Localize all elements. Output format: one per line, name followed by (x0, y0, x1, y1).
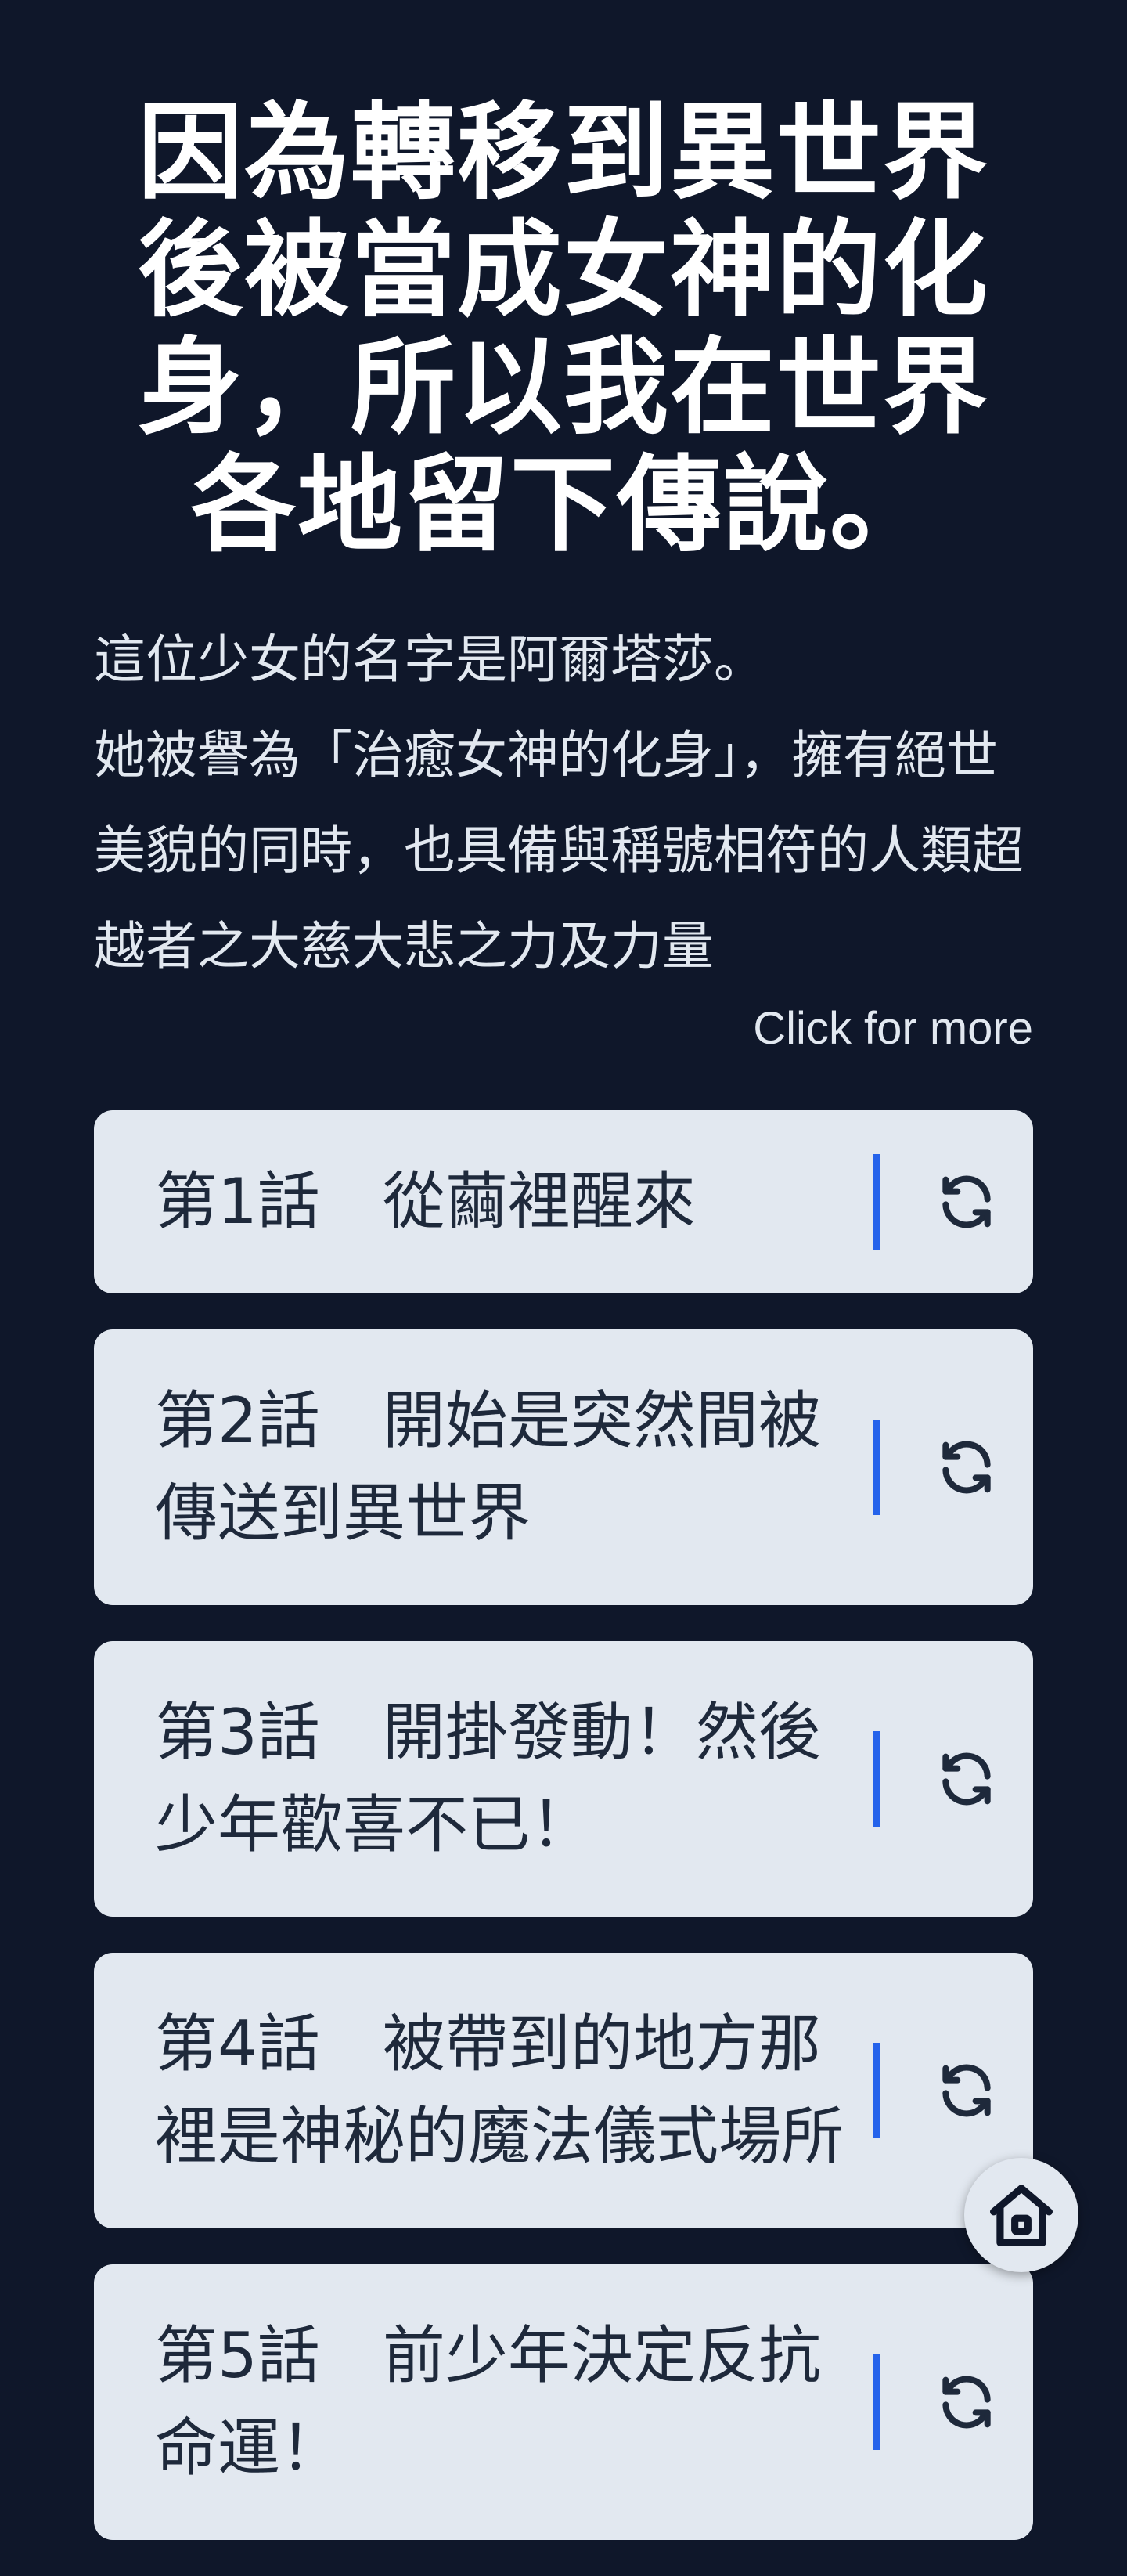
chapter-divider (873, 2043, 880, 2138)
chapter-title[interactable]: 第3話 開掛發動！然後少年歡喜不已！ (94, 1641, 845, 1917)
chapter-divider (873, 1154, 880, 1250)
chapter-title[interactable]: 第2話 開始是突然間被傳送到異世界 (94, 1329, 845, 1605)
home-icon (990, 2185, 1053, 2246)
chapter-title[interactable]: 第5話 前少年決定反抗命運！ (94, 2264, 845, 2540)
novel-title: 因為轉移到異世界後被當成女神的化身，所以我在世界各地留下傳說。 (137, 92, 989, 566)
refresh-icon[interactable] (933, 1168, 1000, 1236)
chapter-item[interactable]: 第4話 被帶到的地方那裡是神秘的魔法儀式場所 (94, 1953, 1033, 2228)
synopsis-text: 這位少女的名字是阿爾塔莎。 她被譽為「治癒女神的化身」，擁有絕世美貌的同時，也具… (94, 630, 1024, 976)
chapter-item[interactable]: 第1話 從繭裡醒來 (94, 1110, 1033, 1293)
chapter-item[interactable]: 第2話 開始是突然間被傳送到異世界 (94, 1329, 1033, 1605)
home-button[interactable] (964, 2158, 1078, 2272)
page: 因為轉移到異世界後被當成女神的化身，所以我在世界各地留下傳說。 這位少女的名字是… (0, 0, 1127, 2540)
click-for-more-link[interactable]: Click for more (753, 998, 1033, 1060)
chapter-title[interactable]: 第1話 從繭裡醒來 (94, 1110, 845, 1293)
chapter-list: 第1話 從繭裡醒來 第2話 開始是突然間被傳送到異世界 第3話 開掛發動！然後少… (94, 1110, 1033, 2576)
chapter-item[interactable]: 第5話 前少年決定反抗命運！ (94, 2264, 1033, 2540)
refresh-icon[interactable] (933, 2057, 1000, 2124)
chapter-divider (873, 2354, 880, 2450)
chapter-divider (873, 1731, 880, 1827)
chapter-item[interactable]: 第3話 開掛發動！然後少年歡喜不已！ (94, 1641, 1033, 1917)
chapter-title[interactable]: 第4話 被帶到的地方那裡是神秘的魔法儀式場所 (94, 1953, 845, 2228)
refresh-icon[interactable] (933, 2369, 1000, 2436)
refresh-icon[interactable] (933, 1745, 1000, 1813)
chapter-divider (873, 1420, 880, 1515)
refresh-icon[interactable] (933, 1434, 1000, 1501)
